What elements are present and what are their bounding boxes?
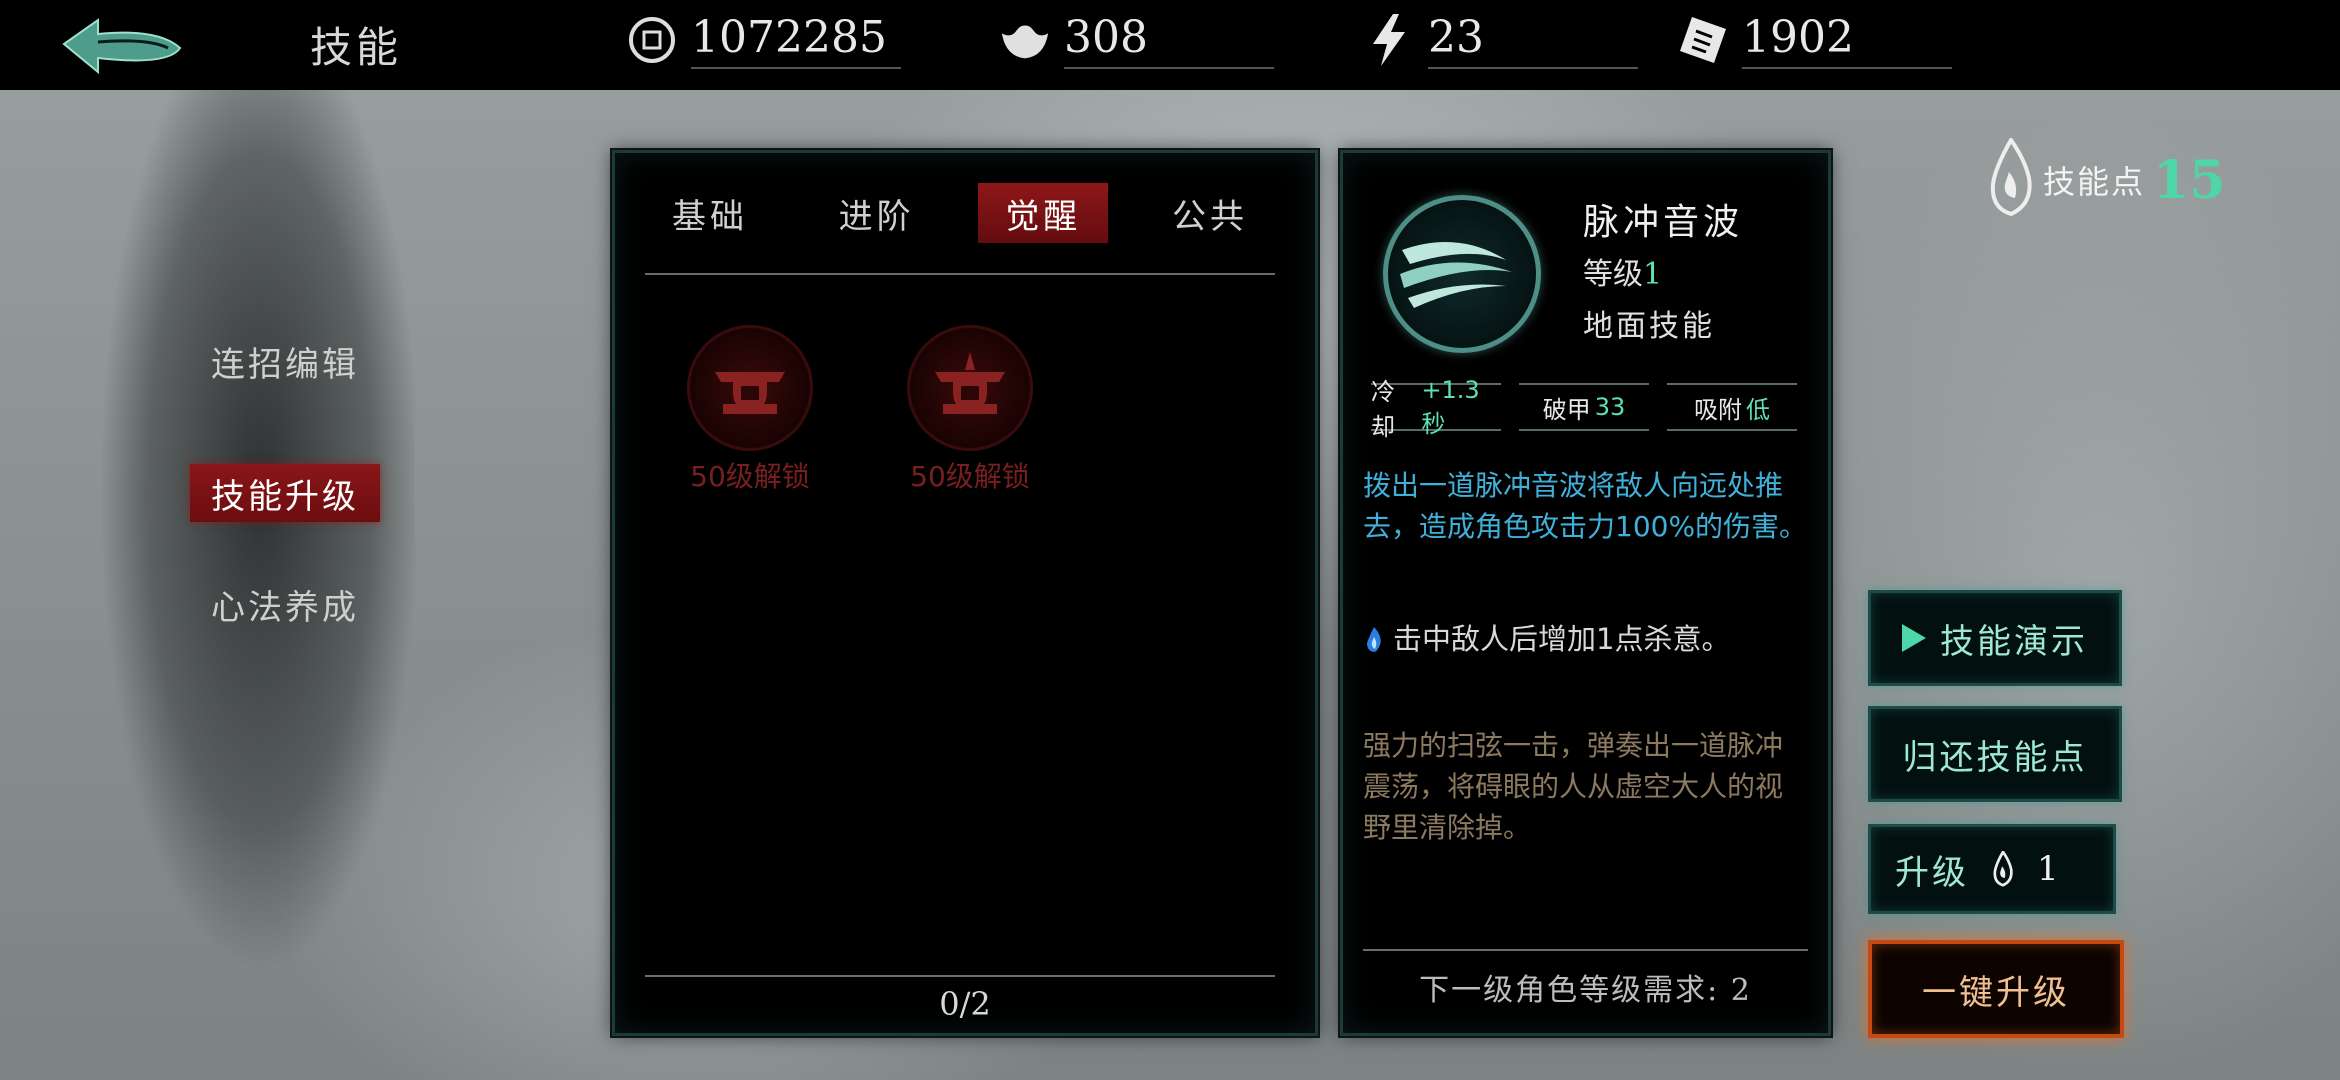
refund-points-button[interactable]: 归还技能点	[1868, 706, 2122, 802]
locked-skill-icon	[907, 325, 1033, 451]
locked-skill-slot[interactable]: 50级解锁	[900, 325, 1040, 495]
stat-absorb: 吸附低	[1667, 383, 1797, 431]
skill-level-label: 等级	[1583, 257, 1643, 292]
skill-demo-button[interactable]: 技能演示	[1868, 590, 2122, 686]
coin-resource: 1072285	[625, 10, 901, 70]
upgrade-button[interactable]: 升级 1	[1868, 824, 2116, 914]
skill-points: 技能点 15	[1985, 136, 2226, 222]
top-bar: 技能 1072285 308 23 1902	[0, 0, 2340, 90]
silver-resource: 308	[998, 10, 1274, 70]
tab-basic[interactable]: 基础	[645, 183, 775, 243]
tab-common[interactable]: 公共	[1145, 183, 1275, 243]
skill-name: 脉冲音波	[1583, 202, 1744, 243]
white-flame-icon	[1991, 851, 2015, 887]
white-flame-icon	[1985, 136, 2037, 222]
stat-cooldown: 冷却 +1.3秒	[1371, 376, 1501, 441]
sidebar-item-mind-method[interactable]: 心法养成	[190, 575, 380, 633]
talisman-icon	[1676, 13, 1730, 67]
coin-icon	[625, 13, 679, 67]
pulse-wave-skill-icon	[1383, 195, 1541, 353]
lightning-icon	[1362, 13, 1416, 67]
stat-label: 冷却	[1371, 378, 1395, 441]
upgrade-cost: 1	[2037, 849, 2062, 889]
skill-points-label: 技能点	[2043, 163, 2146, 201]
skill-description: 拨出一道脉冲音波将敌人向远处推去，造成角色攻击力100%的伤害。	[1363, 469, 1808, 543]
stat-label: 吸附	[1694, 395, 1742, 424]
coin-value: 1072285	[691, 12, 901, 69]
locked-skill-icon	[687, 325, 813, 451]
sidebar-item-skill-upgrade[interactable]: 技能升级	[190, 464, 380, 522]
count-divider	[645, 975, 1275, 977]
energy-value: 23	[1428, 12, 1638, 69]
talisman-value: 1902	[1742, 12, 1952, 69]
skill-demo-label: 技能演示	[1940, 621, 2088, 662]
blue-flame-icon	[1363, 623, 1385, 652]
stat-value: 33	[1594, 393, 1626, 421]
talisman-resource: 1902	[1676, 10, 1952, 70]
requirement-divider	[1363, 949, 1808, 951]
stat-armor-break: 破甲 33	[1519, 383, 1649, 431]
skill-points-value: 15	[2153, 149, 2226, 211]
skill-list-panel: 基础 进阶 觉醒 公共 50级解锁 50级解锁 0/2	[612, 150, 1318, 1036]
locked-skill-slot[interactable]: 50级解锁	[680, 325, 820, 495]
silver-ingot-icon	[998, 13, 1052, 67]
stat-label: 破甲	[1542, 395, 1591, 424]
silver-value: 308	[1064, 12, 1274, 69]
skill-level: 等级1	[1583, 249, 1662, 293]
unlock-level-label: 50级解锁	[690, 460, 810, 493]
bonus-text: 击中敌人后增加1点杀意。	[1393, 622, 1731, 656]
tab-divider	[645, 273, 1275, 275]
skill-bonus-effect: 击中敌人后增加1点杀意。	[1363, 619, 1808, 660]
upgrade-label: 升级	[1895, 852, 1969, 893]
stat-value: 低	[1746, 395, 1770, 424]
level-requirement: 下一级角色等级需求: 2	[1419, 973, 1752, 1008]
play-icon	[1902, 624, 1926, 652]
skill-count: 0/2	[939, 985, 991, 1023]
energy-resource: 23	[1362, 10, 1638, 70]
tab-advanced[interactable]: 进阶	[812, 183, 942, 243]
back-arrow-icon[interactable]	[58, 14, 188, 78]
upgrade-all-button[interactable]: 一键升级	[1868, 940, 2124, 1038]
skill-detail-panel: 脉冲音波 等级1 地面技能 冷却 +1.3秒 破甲 33 吸附低 拨出一道脉冲音波将…	[1340, 150, 1831, 1036]
sidebar-item-combo-edit[interactable]: 连招编辑	[190, 332, 380, 390]
unlock-level-label: 50级解锁	[910, 460, 1030, 493]
skill-type: 地面技能	[1583, 309, 1715, 344]
skill-level-value: 1	[1643, 257, 1663, 292]
tab-awakening[interactable]: 觉醒	[978, 183, 1109, 243]
skill-tabs: 基础 进阶 觉醒 公共	[645, 183, 1275, 243]
page-title: 技能	[310, 23, 403, 72]
stat-value: +1.3秒	[1421, 375, 1480, 438]
skill-flavor-text: 强力的扫弦一击，弹奏出一道脉冲震荡，将碍眼的人从虚空大人的视野里清除掉。	[1363, 729, 1784, 844]
sidebar-background	[100, 90, 415, 990]
